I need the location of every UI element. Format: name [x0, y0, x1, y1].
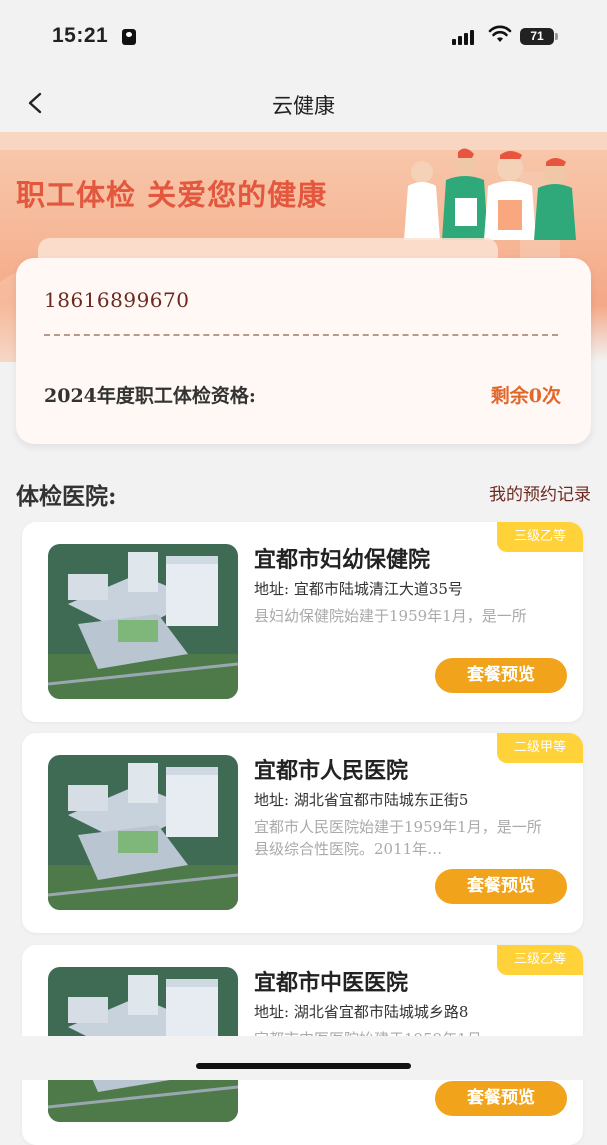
grade-badge: 二级甲等 [497, 733, 583, 763]
hospital-card[interactable]: 二级甲等 宜都市人民医院 地址: 湖北省宜都市陆城东正街5 宜都市人民医院始建于… [22, 733, 583, 933]
banner-slogan: 职工体检 关爱您的健康 [16, 178, 328, 212]
hospital-photo [48, 755, 238, 910]
section-title: 体检医院: [16, 483, 117, 510]
account-card [16, 258, 591, 444]
status-bar: 15:21 71 [0, 0, 607, 72]
grade-badge: 三级乙等 [497, 945, 583, 975]
status-time: 15:21 [52, 24, 109, 47]
wifi-icon [488, 25, 512, 42]
package-preview-button[interactable]: 套餐预览 [435, 658, 567, 693]
hospital-address: 地址: 宜都市陆城清江大道35号 [254, 580, 463, 598]
package-preview-button[interactable]: 套餐预览 [435, 1081, 567, 1116]
package-preview-button[interactable]: 套餐预览 [435, 869, 567, 904]
phone-number: 18616899670 [44, 288, 190, 312]
hospital-address: 地址: 湖北省宜都市陆城东正街5 [254, 791, 469, 809]
quota-label: 2024年度职工体检资格: [44, 385, 256, 407]
signal-icon [452, 30, 474, 45]
hospital-photo [48, 544, 238, 699]
battery-icon: 71 [520, 28, 558, 45]
hospital-name: 宜都市人民医院 [254, 758, 409, 784]
hospital-name: 宜都市妇幼保健院 [254, 547, 431, 573]
hospital-address: 地址: 湖北省宜都市陆城城乡路8 [254, 1003, 469, 1021]
hospital-card[interactable]: 三级乙等 宜都市妇幼保健院 地址: 宜都市陆城清江大道35号 县妇幼保健院始建于… [22, 522, 583, 722]
bottom-safe-area [0, 1036, 607, 1080]
grade-badge: 三级乙等 [497, 522, 583, 552]
hospital-description: 宜都市人民医院始建于1959年1月，是一所县级综合性医院。2011年… [254, 818, 542, 858]
dashed-divider [44, 334, 558, 336]
id-card-icon [122, 29, 136, 45]
my-records-link[interactable]: 我的预约记录 [489, 480, 591, 505]
quota-value: 剩余0次 [490, 385, 561, 407]
hospital-name: 宜都市中医医院 [254, 970, 409, 996]
hospital-description: 县妇幼保健院始建于1959年1月，是一所 [254, 607, 527, 625]
page-title: 云健康 [272, 94, 335, 118]
home-indicator[interactable] [196, 1063, 411, 1069]
